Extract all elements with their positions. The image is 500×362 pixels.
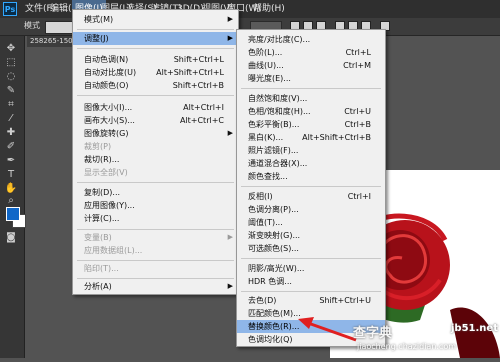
watermark: 查字典 jb51.net jiaocheng.chazidian.com	[353, 322, 500, 358]
submenu-item-vibrance[interactable]: 自然饱和度(V)...	[237, 92, 385, 105]
menu-separator	[77, 260, 234, 261]
watermark-line1: 查字典	[353, 326, 393, 341]
options-mode-select[interactable]	[45, 21, 75, 34]
menu-item-crop: 裁剪(P)	[84, 142, 112, 151]
chevron-right-icon: ▶	[227, 15, 233, 23]
submenu-item-levels[interactable]: 色阶(L)... Ctrl+L	[237, 46, 385, 59]
menu-item-trap: 陷印(T)...	[84, 264, 119, 273]
watermark-line2: jb51.net	[451, 323, 498, 334]
zoom-tool-icon[interactable]: ⌕	[4, 194, 18, 207]
annotation-arrow-icon	[298, 317, 357, 342]
menu-item-image-rotation[interactable]: 图像旋转(G) ▶	[73, 127, 238, 140]
submenu-item-invert[interactable]: 反相(I) Ctrl+I	[237, 190, 385, 203]
submenu-item-posterize[interactable]: 色调分离(P)...	[237, 203, 385, 216]
menu-item-calculations[interactable]: 计算(C)...	[73, 212, 238, 225]
menu-item-auto-tone[interactable]: 自动色调(N) Shift+Ctrl+L	[73, 53, 238, 66]
menu-item-adjustments[interactable]: 调整(J) ▶	[73, 32, 238, 45]
chevron-right-icon: ▶	[227, 233, 233, 241]
submenu-item-hue-saturation[interactable]: 色相/饱和度(H)... Ctrl+U	[237, 105, 385, 118]
menu-separator	[77, 29, 234, 30]
menu-item-reveal-all: 显示全部(V)	[84, 168, 128, 177]
submenu-item-black-white[interactable]: 黑白(K)... Alt+Shift+Ctrl+B	[237, 131, 385, 144]
menu-separator	[77, 48, 234, 49]
adjustments-submenu: 亮度/对比度(C)... 色阶(L)... Ctrl+L 曲线(U)... Ct…	[236, 29, 386, 347]
lasso-tool-icon[interactable]: ◌	[4, 70, 18, 83]
chevron-right-icon: ▶	[227, 129, 233, 137]
healing-brush-tool-icon[interactable]: ✚	[4, 126, 18, 139]
submenu-item-shadows-highlights[interactable]: 阴影/高光(W)...	[237, 262, 385, 275]
submenu-item-desaturate[interactable]: 去色(D) Shift+Ctrl+U	[237, 294, 385, 307]
submenu-item-curves[interactable]: 曲线(U)... Ctrl+M	[237, 59, 385, 72]
menu-item-mode[interactable]: 模式(M) ▶	[73, 13, 238, 26]
menu-help[interactable]: 帮助(H)	[250, 0, 288, 18]
submenu-item-color-lookup[interactable]: 颜色查找...	[237, 170, 385, 183]
submenu-item-gradient-map[interactable]: 渐变映射(G)...	[237, 229, 385, 242]
menu-item-canvas-size[interactable]: 画布大小(S)... Alt+Ctrl+C	[73, 114, 238, 127]
quick-select-tool-icon[interactable]: ✎	[4, 84, 18, 97]
tools-panel: ✥ ⬚ ◌ ✎ ⌗ ⁄ ✚ ✐ ✒ T ✋ ⌕ ◙	[0, 36, 26, 358]
submenu-item-photo-filter[interactable]: 照片滤镜(F)...	[237, 144, 385, 157]
menu-item-trim[interactable]: 裁切(R)...	[73, 153, 238, 166]
move-tool-icon[interactable]: ✥	[4, 42, 18, 55]
submenu-item-channel-mixer[interactable]: 通道混合器(X)...	[237, 157, 385, 170]
menu-item-image-size[interactable]: 图像大小(I)... Alt+Ctrl+I	[73, 101, 238, 114]
menu-separator	[241, 186, 381, 187]
menu-separator	[241, 88, 381, 89]
menu-separator	[77, 95, 234, 96]
menu-item-duplicate[interactable]: 复制(D)...	[73, 186, 238, 199]
submenu-item-brightness-contrast[interactable]: 亮度/对比度(C)...	[237, 33, 385, 46]
menu-item-apply-image[interactable]: 应用图像(Y)...	[73, 199, 238, 212]
image-menu: 模式(M) ▶ 调整(J) ▶ 自动色调(N) Shift+Ctrl+L 自动对…	[72, 9, 239, 295]
submenu-item-hdr-toning[interactable]: HDR 色调...	[237, 275, 385, 288]
brush-tool-icon[interactable]: ✐	[4, 140, 18, 153]
menu-item-apply-data-set: 应用数据组(L)...	[84, 246, 143, 255]
menu-separator	[241, 291, 381, 292]
submenu-item-threshold[interactable]: 阈值(T)...	[237, 216, 385, 229]
options-mode-label: 模式	[24, 21, 40, 30]
chevron-right-icon: ▶	[227, 282, 233, 290]
submenu-item-selective-color[interactable]: 可选颜色(S)...	[237, 242, 385, 255]
menu-separator	[77, 278, 234, 279]
eyedropper-tool-icon[interactable]: ⁄	[4, 112, 18, 125]
menu-item-auto-color[interactable]: 自动颜色(O) Shift+Ctrl+B	[73, 79, 238, 92]
menu-separator	[241, 258, 381, 259]
submenu-item-exposure[interactable]: 曝光度(E)...	[237, 72, 385, 85]
pen-tool-icon[interactable]: ✒	[4, 154, 18, 167]
menu-item-analysis[interactable]: 分析(A) ▶	[73, 280, 238, 293]
watermark-line3: jiaocheng.chazidian.com	[357, 342, 457, 351]
submenu-item-color-balance[interactable]: 色彩平衡(B)... Ctrl+B	[237, 118, 385, 131]
menu-item-variables: 变量(B) ▶	[84, 233, 233, 242]
foreground-color-swatch[interactable]	[6, 207, 20, 221]
crop-tool-icon[interactable]: ⌗	[4, 98, 18, 111]
marquee-tool-icon[interactable]: ⬚	[4, 56, 18, 69]
chevron-right-icon: ▶	[227, 34, 233, 42]
menu-separator	[77, 229, 234, 230]
menu-item-auto-contrast[interactable]: 自动对比度(U) Alt+Shift+Ctrl+L	[73, 66, 238, 79]
menu-separator	[77, 182, 234, 183]
photoshop-logo: Ps	[3, 2, 17, 16]
type-tool-icon[interactable]: T	[4, 168, 18, 181]
quick-mask-icon[interactable]: ◙	[4, 231, 18, 244]
